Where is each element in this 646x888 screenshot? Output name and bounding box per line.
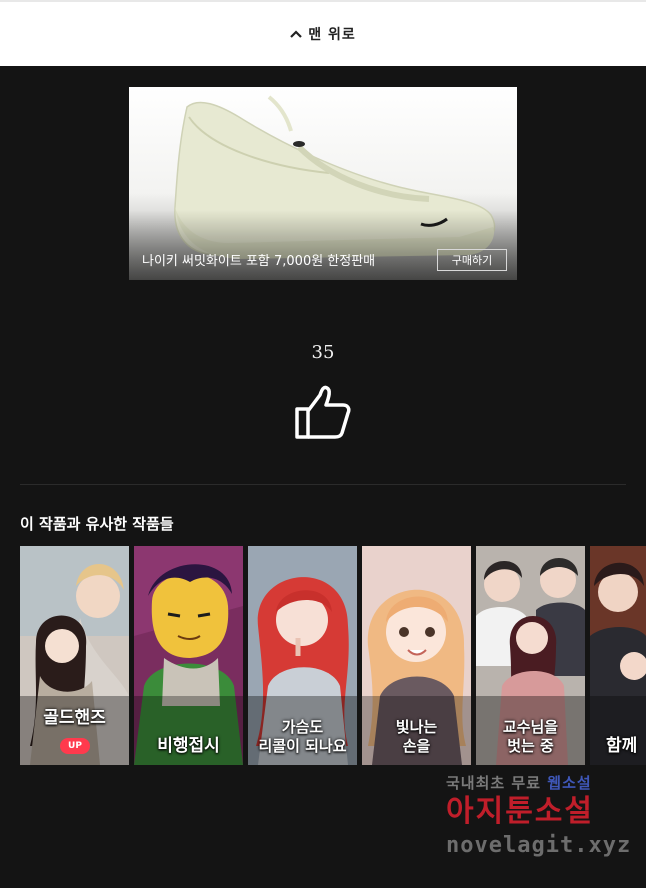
similar-work-card[interactable]: 가슴도 리콜이 되나요 bbox=[248, 546, 357, 765]
cover-image bbox=[134, 546, 243, 765]
watermark-line1: 국내최초 무료 웹소설 bbox=[446, 772, 626, 793]
back-to-top-label: 맨 위로 bbox=[308, 27, 356, 43]
similar-work-card[interactable]: 비행접시 bbox=[134, 546, 243, 765]
watermark-line1-b: 웹소설 bbox=[547, 774, 592, 792]
card-title: 비행접시 bbox=[157, 736, 220, 756]
card-title: 빛나는 손을 bbox=[362, 718, 471, 756]
similar-work-card[interactable]: 함께 bbox=[590, 546, 646, 765]
buy-button[interactable]: 구매하기 bbox=[437, 249, 507, 271]
ad-banner[interactable]: 나이키 써밋화이트 포함 7,000원 한정판매 구매하기 bbox=[129, 87, 517, 280]
card-title-line2: 리콜이 되나요 bbox=[258, 737, 347, 755]
card-title: 골드핸즈 bbox=[43, 708, 106, 728]
thumbs-up-icon[interactable] bbox=[293, 383, 353, 441]
watermark-brand: 아지툰소설 bbox=[446, 794, 594, 829]
chevron-up-icon bbox=[290, 27, 303, 42]
watermark: 국내최초 무료 웹소설 아지툰소설 novelagit.xyz bbox=[446, 772, 632, 858]
card-title-line2: 손을 bbox=[402, 737, 431, 755]
up-badge: UP bbox=[60, 738, 90, 754]
card-title-line1: 빛나는 bbox=[395, 718, 438, 736]
card-title-line1: 교수님을 bbox=[502, 718, 559, 736]
section-divider bbox=[20, 484, 626, 485]
card-title: 교수님을 벗는 중 bbox=[476, 718, 585, 756]
card-title-line1: 가슴도 bbox=[281, 718, 324, 736]
back-to-top-button[interactable]: 맨 위로 bbox=[0, 0, 646, 66]
cover-image bbox=[20, 546, 129, 765]
watermark-line1-a: 국내최초 무료 bbox=[446, 774, 542, 792]
similar-work-card[interactable]: 골드핸즈 UP bbox=[20, 546, 129, 765]
card-title-line2: 벗는 중 bbox=[507, 737, 554, 755]
card-title: 가슴도 리콜이 되나요 bbox=[248, 718, 357, 756]
like-count: 35 bbox=[311, 342, 335, 363]
ad-caption: 나이키 써밋화이트 포함 7,000원 한정판매 bbox=[142, 254, 376, 269]
similar-work-card[interactable]: 교수님을 벗는 중 bbox=[476, 546, 585, 765]
similar-works-heading: 이 작품과 유사한 작품들 bbox=[20, 515, 174, 533]
card-title: 함께 bbox=[606, 736, 638, 756]
similar-work-card[interactable]: 빛나는 손을 bbox=[362, 546, 471, 765]
watermark-url: novelagit.xyz bbox=[446, 833, 632, 858]
cover-image bbox=[590, 546, 646, 765]
